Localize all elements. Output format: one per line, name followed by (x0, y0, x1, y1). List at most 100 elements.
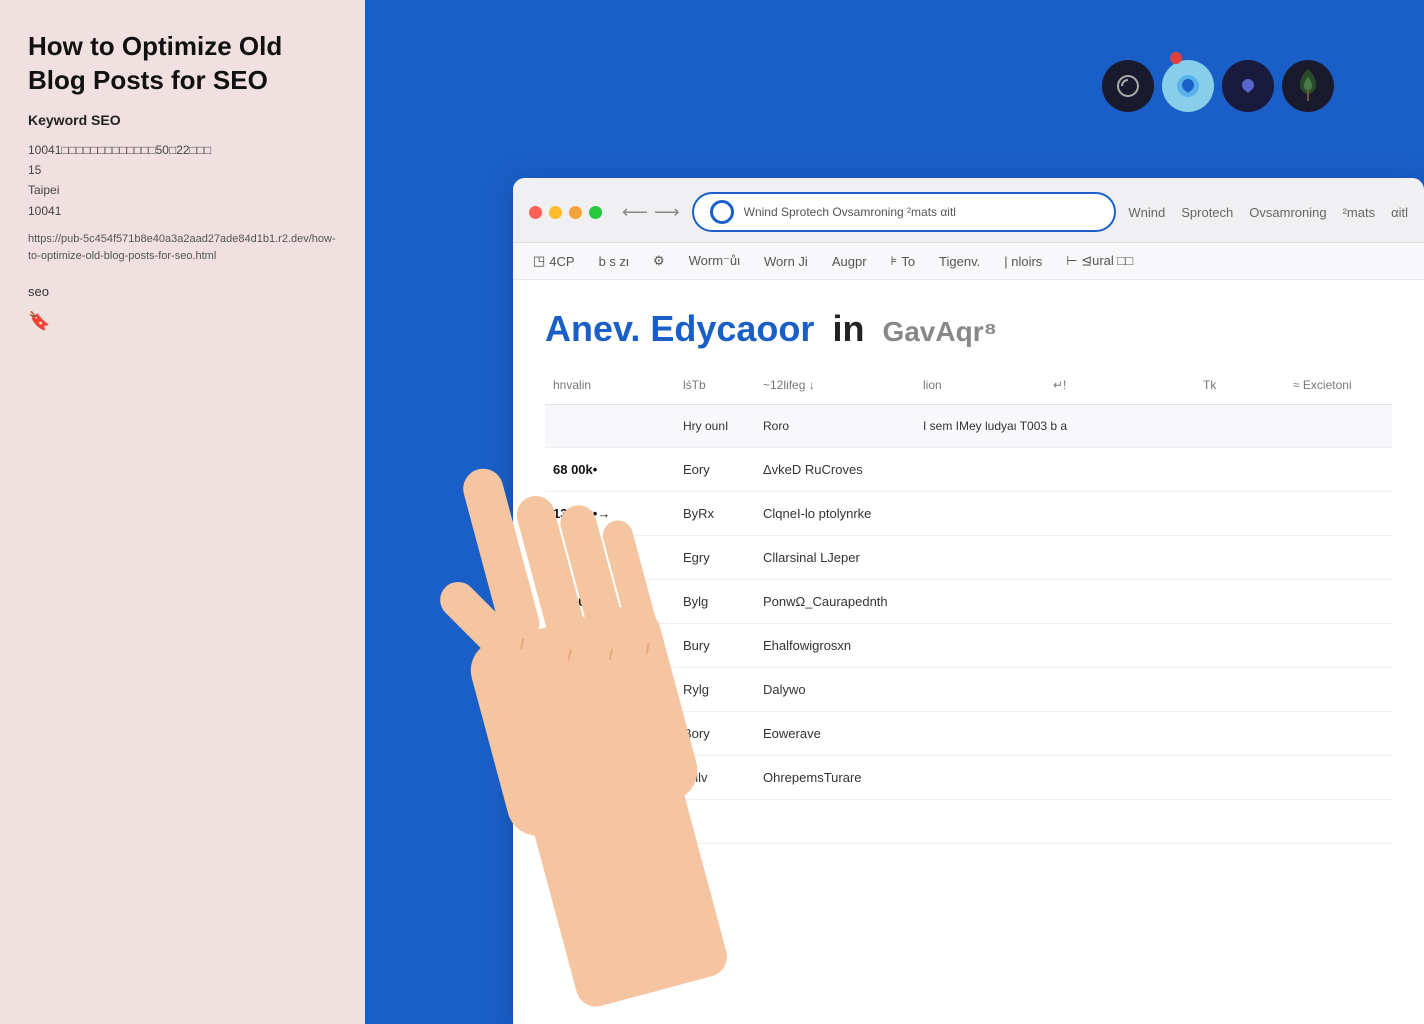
table-container: hnvalin lśTb ~12lifeg ↓ lion ↵! Tk ≈ Exc… (545, 366, 1392, 844)
tl-green[interactable] (589, 206, 602, 219)
toolbar-item-worndi[interactable]: Worn Ji (764, 254, 808, 269)
toolbar-label-nloirs: | nloirs (1004, 254, 1042, 269)
browser-action-4: ²mats (1343, 205, 1376, 220)
row6-col2: Rylg (675, 678, 755, 701)
row3-col3: Cllarsinal LJeper (755, 546, 915, 569)
browser-toolbar: ◳ 4CP b s zι ⚙ Worm⁻ůι Worn Ji Augpr ⊧ T… (513, 243, 1424, 280)
toolbar-item-tigen[interactable]: Tigenv. (939, 254, 980, 269)
page-title: Anev. Edycaoor in GavAqr⁸ (545, 308, 1392, 350)
url-circle-icon (710, 200, 734, 224)
toolbar-item-1[interactable]: ◳ 4CP (533, 253, 575, 269)
nav-back-icon[interactable]: ⟵ (622, 202, 648, 223)
browser-action-3: Ovsamroning (1249, 205, 1326, 220)
sidebar-keyword: Keyword SEO (28, 112, 337, 128)
top-icon-1 (1102, 60, 1154, 112)
toolbar-label-1: 4CP (549, 254, 574, 269)
table-row: S0 00k• Nillv OhrepemsTurare (545, 756, 1392, 800)
toolbar-label-te: To (901, 254, 915, 269)
toolbar-label-tigen: Tigenv. (939, 254, 980, 269)
toolbar-item-te[interactable]: ⊧ To (891, 253, 916, 269)
toolbar-label-2: b s zι (599, 254, 629, 269)
row5-col1: 82 00k• (545, 634, 675, 657)
page-title-part2: in (832, 308, 864, 350)
th-7: Tk (1195, 374, 1285, 396)
browser-actions: Wnind Sprotech Ovsamroning ²mats αitl (1128, 205, 1408, 220)
row9-col1: 8F 00k• (545, 810, 675, 833)
table-header: hnvalin lśTb ~12lifeg ↓ lion ↵! Tk ≈ Exc… (545, 366, 1392, 405)
th-1: hnvalin (545, 374, 675, 396)
table-row: 8F 00k• (545, 800, 1392, 844)
th-2: lśTb (675, 374, 755, 396)
row9-col2 (675, 818, 755, 826)
toolbar-item-3[interactable]: ⚙ (653, 253, 665, 269)
browser-url-bar[interactable]: Wnind Sprotech Ovsamroning ²mats αitl (692, 192, 1117, 232)
row4-col3: PonwΩ_Caurapednth (755, 590, 915, 613)
tl-orange[interactable] (569, 206, 582, 219)
main-area: ⟵ ⟶ Wnind Sprotech Ovsamroning ²mats αit… (365, 0, 1424, 1024)
red-dot (1170, 52, 1182, 64)
row2-col3: ClqneI-lo ptolynrke (755, 502, 915, 525)
toolbar-label-augpr: Augpr (832, 254, 867, 269)
toolbar-item-augpr[interactable]: Augpr (832, 254, 867, 269)
sidebar-tag-icon: 🔖 (28, 311, 337, 332)
row1-col3: ΔvkeD RuCroves (755, 458, 915, 481)
row6-col1: 17 00k• (545, 678, 675, 701)
toolbar-icon-te: ⊧ (891, 253, 898, 269)
sidebar-tag: seo (28, 284, 337, 299)
toolbar-label-worndi: Worn Ji (764, 254, 808, 269)
sidebar-meta-line2: 15 (28, 163, 41, 177)
nav-forward-icon[interactable]: ⟶ (654, 202, 680, 223)
row2-col1: 13 00k•→ (545, 502, 675, 525)
row2-col2: ByRx (675, 502, 755, 525)
sidebar-meta-line4: 10041 (28, 204, 61, 218)
table-row: 17 00k• Rylg Dalywo (545, 668, 1392, 712)
th-3: ~12lifeg ↓ (755, 374, 915, 396)
browser-action-2: Sprotech (1181, 205, 1233, 220)
traffic-lights (529, 206, 602, 219)
row5-col3: Ehalfowigrosxn (755, 634, 915, 657)
row6-col3: Dalywo (755, 678, 915, 701)
url-text: Wnind Sprotech Ovsamroning ²mats αitl (744, 205, 956, 219)
page-title-part1: Anev. Edycaoor (545, 308, 814, 350)
th-8: ≈ Excietoni (1285, 374, 1392, 396)
table-row: 68 00k• Eory ΔvkeD RuCroves (545, 448, 1392, 492)
row8-col3: OhrepemsTurare (755, 766, 915, 789)
browser-action-1: Wnind (1128, 205, 1165, 220)
row9-col3 (755, 818, 915, 826)
row1-col1: 68 00k• (545, 458, 675, 481)
toolbar-item-4[interactable]: Worm⁻ůι (689, 253, 740, 269)
top-icon-3 (1222, 60, 1274, 112)
toolbar-item-nloirs[interactable]: | nloirs (1004, 254, 1042, 269)
top-icon-4 (1282, 60, 1334, 112)
browser-action-5: αitl (1391, 205, 1408, 220)
sub-col3: Roro (755, 415, 915, 437)
top-icons-group (1102, 60, 1334, 112)
th-4: lion (915, 374, 1045, 396)
toolbar-item-aural[interactable]: ⊢ ⊴ural □□ (1066, 253, 1133, 269)
th-5: ↵! (1045, 374, 1135, 396)
toolbar-icon-3: ⚙ (653, 253, 665, 269)
row7-col3: Eowerave (755, 722, 915, 745)
sidebar: How to Optimize Old Blog Posts for SEO K… (0, 0, 365, 1024)
table-row: 81 00k• Egry Cllarsinal LJeper (545, 536, 1392, 580)
th-6 (1135, 374, 1195, 396)
sidebar-meta-line1: 10041□□□□□□□□□□□□□50□22□□□ (28, 143, 211, 157)
row3-col2: Egry (675, 546, 755, 569)
row3-col1: 81 00k• (545, 546, 675, 569)
tl-red[interactable] (529, 206, 542, 219)
toolbar-label-aural: ⊢ ⊴ural □□ (1066, 253, 1133, 269)
browser-window: ⟵ ⟶ Wnind Sprotech Ovsamroning ²mats αit… (513, 178, 1424, 1024)
row4-col2: Bylg (675, 590, 755, 613)
row1-col2: Eory (675, 458, 755, 481)
table-subheader: Hry ounI Roro I sem IMey ludyaι T003 b a (545, 405, 1392, 448)
browser-nav: ⟵ ⟶ (622, 202, 680, 223)
sidebar-url: https://pub-5c454f571b8e40a3a2aad27ade84… (28, 231, 337, 264)
page-title-part3: GavAqr⁸ (882, 316, 996, 348)
tl-yellow[interactable] (549, 206, 562, 219)
table-row: 82 00k• Bury Ehalfowigrosxn (545, 624, 1392, 668)
toolbar-item-2[interactable]: b s zι (599, 254, 629, 269)
sidebar-meta: 10041□□□□□□□□□□□□□50□22□□□ 15 Taipei 100… (28, 140, 337, 222)
sub-col1 (545, 422, 675, 430)
table-row: 32 00k• Bory Eowerave (545, 712, 1392, 756)
top-icon-2 (1162, 60, 1214, 112)
